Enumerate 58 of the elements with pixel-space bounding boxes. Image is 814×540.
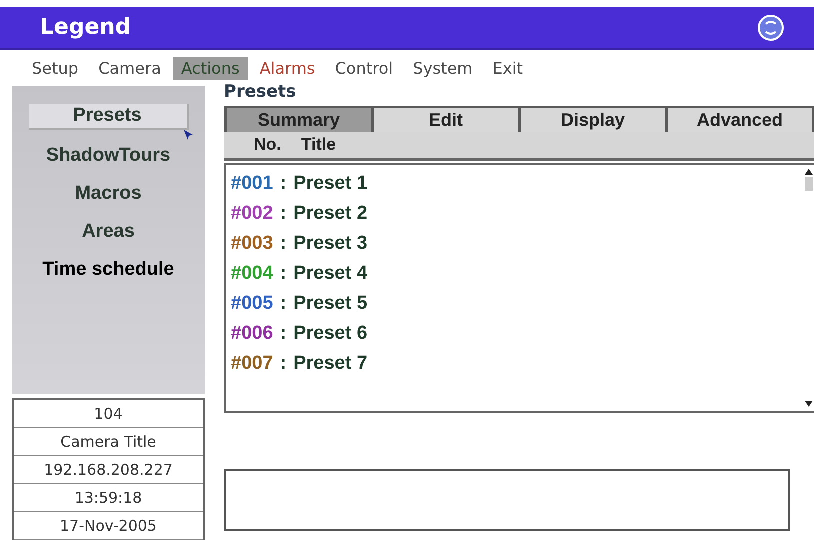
separator: : <box>280 323 287 345</box>
preset-number: #002 <box>231 203 274 225</box>
preset-row[interactable]: #003 : Preset 3 <box>231 229 368 259</box>
preset-title: Preset 5 <box>294 293 368 315</box>
tab[interactable]: Advanced <box>668 108 812 132</box>
preset-number: #005 <box>231 293 274 315</box>
separator: : <box>280 203 287 225</box>
preset-title: Preset 6 <box>294 323 368 345</box>
sidebar-item[interactable]: Time schedule <box>38 258 178 282</box>
preset-row[interactable]: #002 : Preset 2 <box>231 199 368 229</box>
sidebar-item[interactable]: Macros <box>71 182 146 206</box>
preset-title: Preset 3 <box>294 233 368 255</box>
tab[interactable]: Display <box>521 108 665 132</box>
info-cell: 17-Nov-2005 <box>14 512 203 540</box>
panel-title: Presets <box>224 82 298 104</box>
menu-item[interactable]: Actions <box>173 56 248 80</box>
preset-row[interactable]: #004 : Preset 4 <box>231 259 368 289</box>
menu-item[interactable]: System <box>405 56 481 80</box>
preset-number: #004 <box>231 263 274 285</box>
preset-title: Preset 2 <box>294 203 368 225</box>
info-cell: 13:59:18 <box>14 484 203 512</box>
preset-number: #006 <box>231 323 274 345</box>
preset-title: Preset 4 <box>294 263 368 285</box>
preset-row[interactable]: #007 : Preset 7 <box>231 349 368 379</box>
separator: : <box>280 353 287 375</box>
tab[interactable]: Edit <box>374 108 518 132</box>
menu-item[interactable]: Setup <box>24 56 87 80</box>
preset-number: #007 <box>231 353 274 375</box>
scroll-up-icon[interactable] <box>805 169 813 175</box>
preset-row[interactable]: #006 : Preset 6 <box>231 319 368 349</box>
separator: : <box>280 233 287 255</box>
column-header: No. <box>254 135 282 155</box>
info-cell: 192.168.208.227 <box>14 456 203 484</box>
menu-item[interactable]: Alarms <box>252 56 324 80</box>
preset-number: #001 <box>231 173 274 195</box>
preset-title: Preset 1 <box>294 173 368 195</box>
menu-item[interactable]: Exit <box>484 56 532 80</box>
logo-icon <box>758 14 784 40</box>
preset-row[interactable]: #005 : Preset 5 <box>231 289 368 319</box>
separator: : <box>280 293 287 315</box>
preset-title: Preset 7 <box>294 353 368 375</box>
sidebar-item[interactable]: ShadowTours <box>42 144 175 168</box>
preset-row[interactable]: #001 : Preset 1 <box>231 169 368 199</box>
sidebar-item[interactable]: Presets <box>28 104 188 130</box>
info-cell: 104 <box>14 400 203 428</box>
window-title: Legend <box>40 15 132 40</box>
column-header: Title <box>301 135 336 155</box>
separator: : <box>280 263 287 285</box>
tab[interactable]: Summary <box>227 108 371 132</box>
menu-item[interactable]: Camera <box>90 56 170 80</box>
scroll-down-icon[interactable] <box>805 401 813 407</box>
pointer-icon <box>184 130 193 140</box>
menu-item[interactable]: Control <box>327 56 402 80</box>
preset-number: #003 <box>231 233 274 255</box>
scroll-thumb[interactable] <box>805 177 813 191</box>
sidebar-item[interactable]: Areas <box>78 220 139 244</box>
separator: : <box>280 173 287 195</box>
info-cell: Camera Title <box>14 428 203 456</box>
